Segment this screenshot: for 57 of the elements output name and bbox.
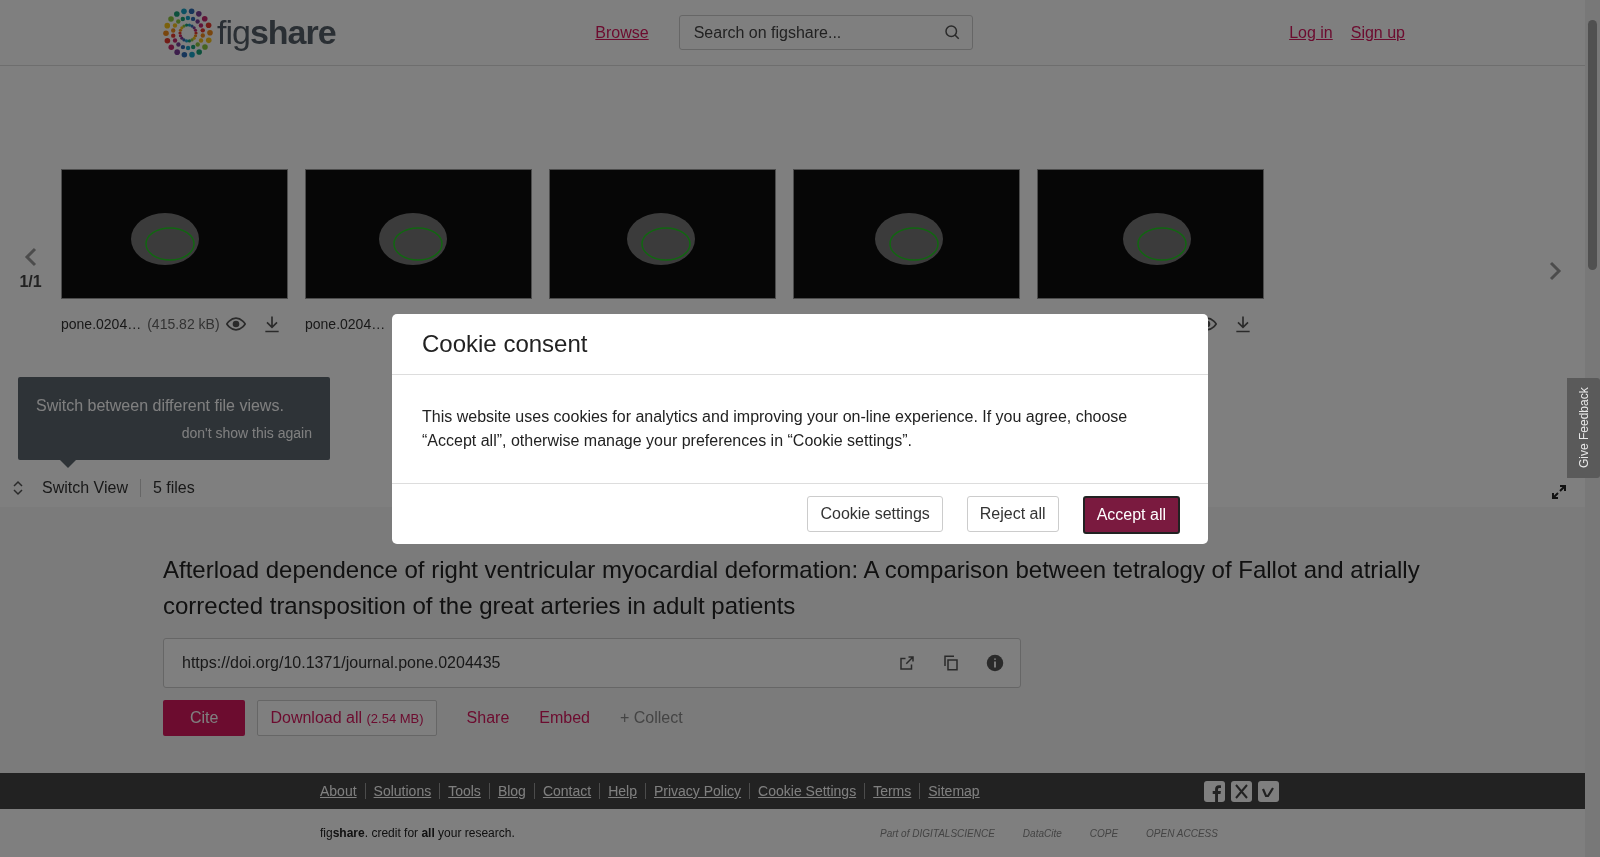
action-link[interactable]: Embed <box>539 700 590 736</box>
copy-icon[interactable] <box>942 654 960 672</box>
logo-mark-icon <box>163 7 213 58</box>
accept-button[interactable]: Accept all <box>1082 496 1180 534</box>
dismiss-link[interactable]: don't show this again <box>36 425 312 441</box>
switch-view-button[interactable]: Switch View <box>12 479 141 497</box>
dialog-text: This website uses cookies for analytics and improving your on-line experience. If you agree, choose “Accept all”, otherwise manage your preferences in “Cookie settings”. <box>392 375 1208 484</box>
partner-logo[interactable]: DataCite <box>1022 827 1062 839</box>
file-size: (415.82 kB) <box>147 316 220 332</box>
tooltip-text: Switch between different file views. <box>36 397 285 415</box>
scan-image-placeholder[interactable] <box>61 169 288 299</box>
article-title: Afterload dependence of right ventricular myocardial deformation: A comparison between tetralogy of Fallot and atrially corrected transposition of the great arteries in adult patients <box>163 555 1421 621</box>
cite-button[interactable]: Cite <box>163 700 246 736</box>
download-button[interactable]: Download all (2.54 MB) <box>257 700 437 736</box>
browse-link[interactable]: Browse <box>595 23 649 42</box>
up-down-chevron-icon <box>12 480 24 496</box>
search-field[interactable]: Search on figshare... <box>678 15 973 50</box>
scan-image-placeholder[interactable] <box>549 169 776 299</box>
expand-icon[interactable] <box>1551 484 1567 500</box>
footer-link[interactable]: About <box>320 783 365 799</box>
partner-logo[interactable]: OPEN ACCESS <box>1146 827 1218 839</box>
footer-link[interactable]: Terms <box>864 783 920 799</box>
account-link[interactable]: Sign up <box>1350 23 1405 42</box>
file-name: pone.0204… <box>61 316 142 332</box>
download-icon[interactable] <box>1233 314 1253 334</box>
footer-link[interactable]: Blog <box>488 783 534 799</box>
search-icon[interactable] <box>942 23 961 41</box>
footer-link[interactable]: Contact <box>533 783 600 799</box>
scan-image-placeholder[interactable] <box>793 169 1020 299</box>
footer-link[interactable]: Solutions <box>364 783 440 799</box>
info-icon[interactable] <box>986 654 1004 672</box>
dialog-title: Cookie consent <box>392 314 1208 375</box>
file-name: pone.0204… <box>305 316 386 332</box>
action-link[interactable]: Share <box>466 700 510 736</box>
file-count: 5 files <box>151 479 195 497</box>
footer-link[interactable]: Sitemap <box>919 783 988 799</box>
partner-logo[interactable]: Part of DIGITALSCIENCE <box>880 827 995 839</box>
figshare-logo[interactable]: figshare <box>217 13 336 52</box>
x-icon[interactable] <box>1231 780 1252 802</box>
external-link-icon[interactable] <box>898 654 916 672</box>
footer-link[interactable]: Tools <box>439 783 489 799</box>
feedback-tab[interactable]: Give Feedback <box>1567 378 1600 478</box>
footer-link[interactable]: Help <box>599 783 645 799</box>
facebook-icon[interactable] <box>1204 780 1225 802</box>
page-indicator: 1/1 <box>19 273 42 291</box>
footer-link[interactable]: Cookie Settings <box>749 783 865 799</box>
dialog-button[interactable]: Reject all <box>966 496 1059 532</box>
dialog-button[interactable]: Cookie settings <box>807 496 943 532</box>
tagline: figshare. credit for all your research. <box>320 826 516 840</box>
scan-image-placeholder[interactable] <box>1037 169 1264 299</box>
vimeo-icon[interactable] <box>1258 780 1279 802</box>
scan-image-placeholder[interactable] <box>305 169 532 299</box>
footer-link[interactable]: Privacy Policy <box>644 783 750 799</box>
eye-icon[interactable] <box>225 314 246 334</box>
doi-link[interactable]: https://doi.org/10.1371/journal.pone.0204435 <box>182 654 872 672</box>
partner-logo[interactable]: COPE <box>1089 827 1119 839</box>
account-link[interactable]: Log in <box>1289 23 1333 42</box>
